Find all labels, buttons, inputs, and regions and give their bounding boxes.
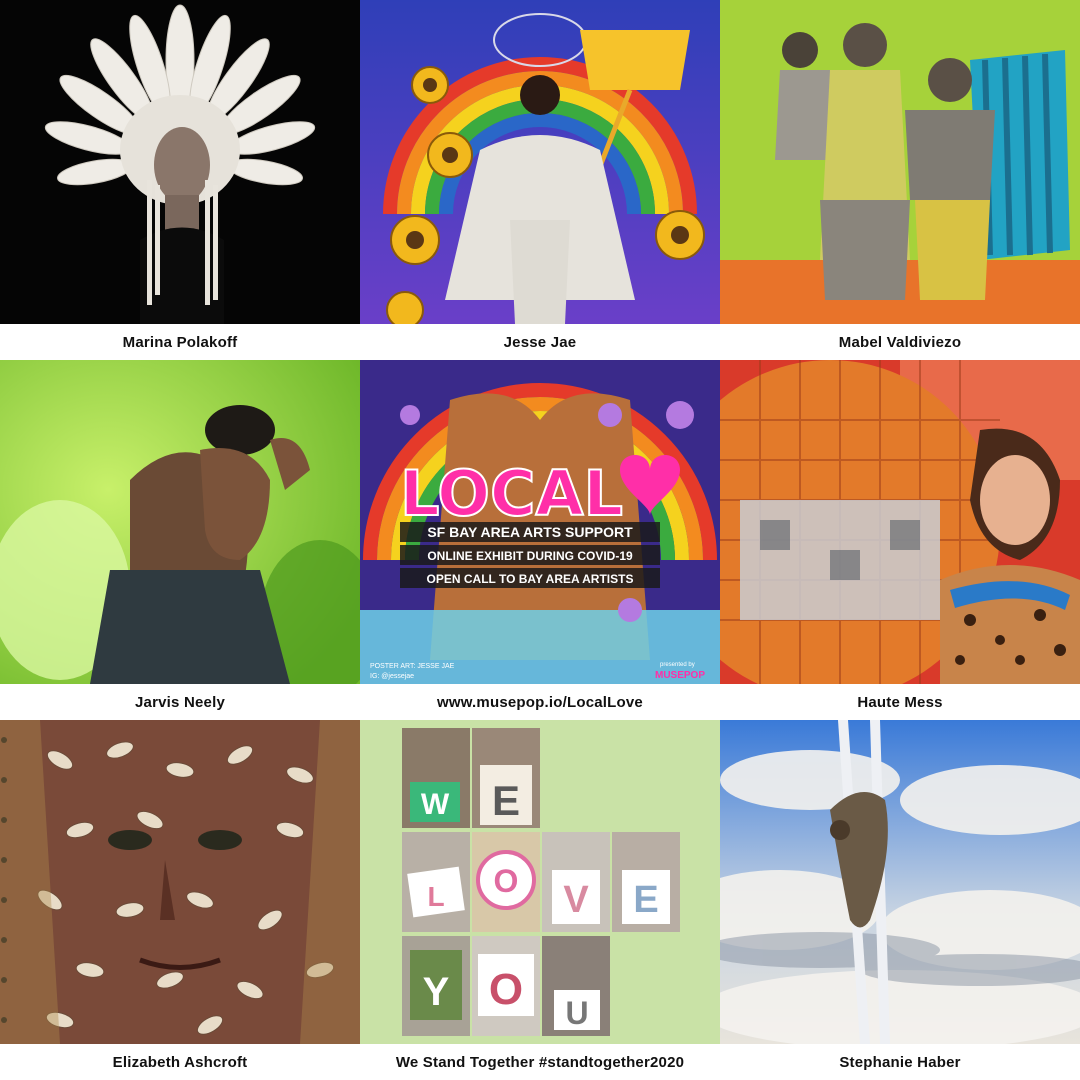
- tile-jesse-jae[interactable]: Jesse Jae: [360, 0, 720, 360]
- tile-caption-link[interactable]: www.musepop.io/LocalLove: [360, 684, 720, 720]
- tile-jarvis-neely[interactable]: Jarvis Neely: [0, 360, 360, 720]
- tile-caption: Jesse Jae: [503, 333, 577, 351]
- tile-caption: Marina Polakoff: [122, 333, 238, 351]
- letter-w: W: [421, 788, 450, 821]
- poster-credit: POSTER ART: JESSE JAE: [370, 663, 455, 670]
- tile-caption: We Stand Together #standtogether2020: [395, 1053, 685, 1071]
- poster-local-love: LOCAL SF BAY AREA ARTS SUPPORT ONLINE EX…: [360, 360, 720, 684]
- tile-mabel-valdiviezo[interactable]: Mabel Valdiviezo: [720, 0, 1080, 360]
- artwork-rainbow-figure: [360, 0, 720, 324]
- tile-stephanie-haber[interactable]: Stephanie Haber: [720, 720, 1080, 1080]
- letter-u: U: [565, 995, 588, 1031]
- tile-elizabeth-ashcroft[interactable]: Elizabeth Ashcroft: [0, 720, 360, 1080]
- artwork-green-portrait: [0, 360, 360, 684]
- poster-title: LOCAL: [400, 457, 623, 530]
- tile-haute-mess[interactable]: Haute Mess: [720, 360, 1080, 720]
- artwork-welove-you-collage: W E L O V E Y O U: [360, 720, 720, 1044]
- letter-o: O: [494, 863, 519, 899]
- artwork-feather-headdress: [0, 0, 360, 324]
- tile-caption: Stephanie Haber: [839, 1053, 961, 1071]
- poster-line-3: OPEN CALL TO BAY AREA ARTISTS: [427, 572, 634, 586]
- artwork-aerial-silks: [720, 720, 1080, 1044]
- artwork-disco-ball: [720, 360, 1080, 684]
- tile-caption: Jarvis Neely: [135, 693, 225, 711]
- poster-presented-by: presented by: [660, 662, 695, 668]
- letter-e: E: [492, 777, 520, 824]
- tile-caption: Elizabeth Ashcroft: [112, 1053, 248, 1071]
- artwork-leaf-collage: [0, 720, 360, 1044]
- letter-o-2: O: [489, 965, 523, 1014]
- tile-caption: Mabel Valdiviezo: [838, 333, 962, 351]
- poster-ig: IG: @jessejae: [370, 673, 414, 680]
- letter-e-2: E: [633, 879, 658, 921]
- letter-y: Y: [423, 970, 450, 1014]
- tile-caption: Haute Mess: [857, 693, 943, 711]
- artwork-grid: Marina Polakoff Jesse Jae Mabel Valdivie…: [0, 0, 1080, 1080]
- poster-line-1: SF BAY AREA ARTS SUPPORT: [427, 524, 633, 540]
- tile-local-love-poster[interactable]: LOCAL SF BAY AREA ARTS SUPPORT ONLINE EX…: [360, 360, 720, 720]
- tile-we-stand-together[interactable]: W E L O V E Y O U We Stand Together #sta…: [360, 720, 720, 1080]
- poster-line-2: ONLINE EXHIBIT DURING COVID-19: [427, 549, 633, 563]
- tile-marina-polakoff[interactable]: Marina Polakoff: [0, 0, 360, 360]
- artwork-family-painting: [720, 0, 1080, 324]
- letter-l: L: [427, 881, 444, 912]
- letter-v: V: [563, 879, 589, 921]
- poster-brand: MUSEPOP: [655, 670, 705, 681]
